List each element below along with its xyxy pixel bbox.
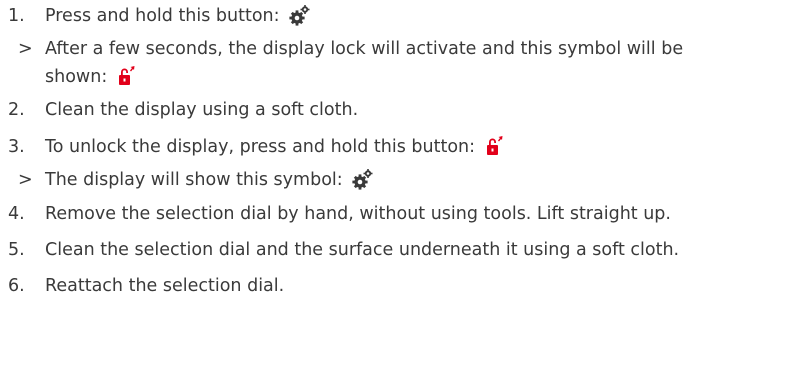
step-text: After a few seconds, the display lock wi… [45,39,684,59]
step-text: shown: [45,67,108,87]
step-text: To unlock the display, press and hold th… [45,137,476,157]
result-marker: > [18,39,33,59]
step-text: Clean the selection dial and the surface… [45,240,680,260]
lock-icon [485,135,503,166]
lock-icon [117,65,135,96]
gear-icon [289,4,311,35]
step-number: 6. [8,276,25,296]
step-number: 5. [8,240,25,260]
step-number: 4. [8,204,25,224]
step-text: Reattach the selection dial. [45,276,285,296]
step-number: 2. [8,100,25,120]
step-text: Clean the display using a soft cloth. [45,100,359,120]
step-text: Remove the selection dial by hand, witho… [45,204,671,224]
gear-icon [352,168,374,199]
step-text: Press and hold this button: [45,6,280,26]
step-number: 3. [8,137,25,157]
step-number: 1. [8,6,25,26]
step-text: The display will show this symbol: [45,170,343,190]
result-marker: > [18,170,33,190]
instruction-list: 1. Press and hold this button: > After a… [0,0,798,371]
